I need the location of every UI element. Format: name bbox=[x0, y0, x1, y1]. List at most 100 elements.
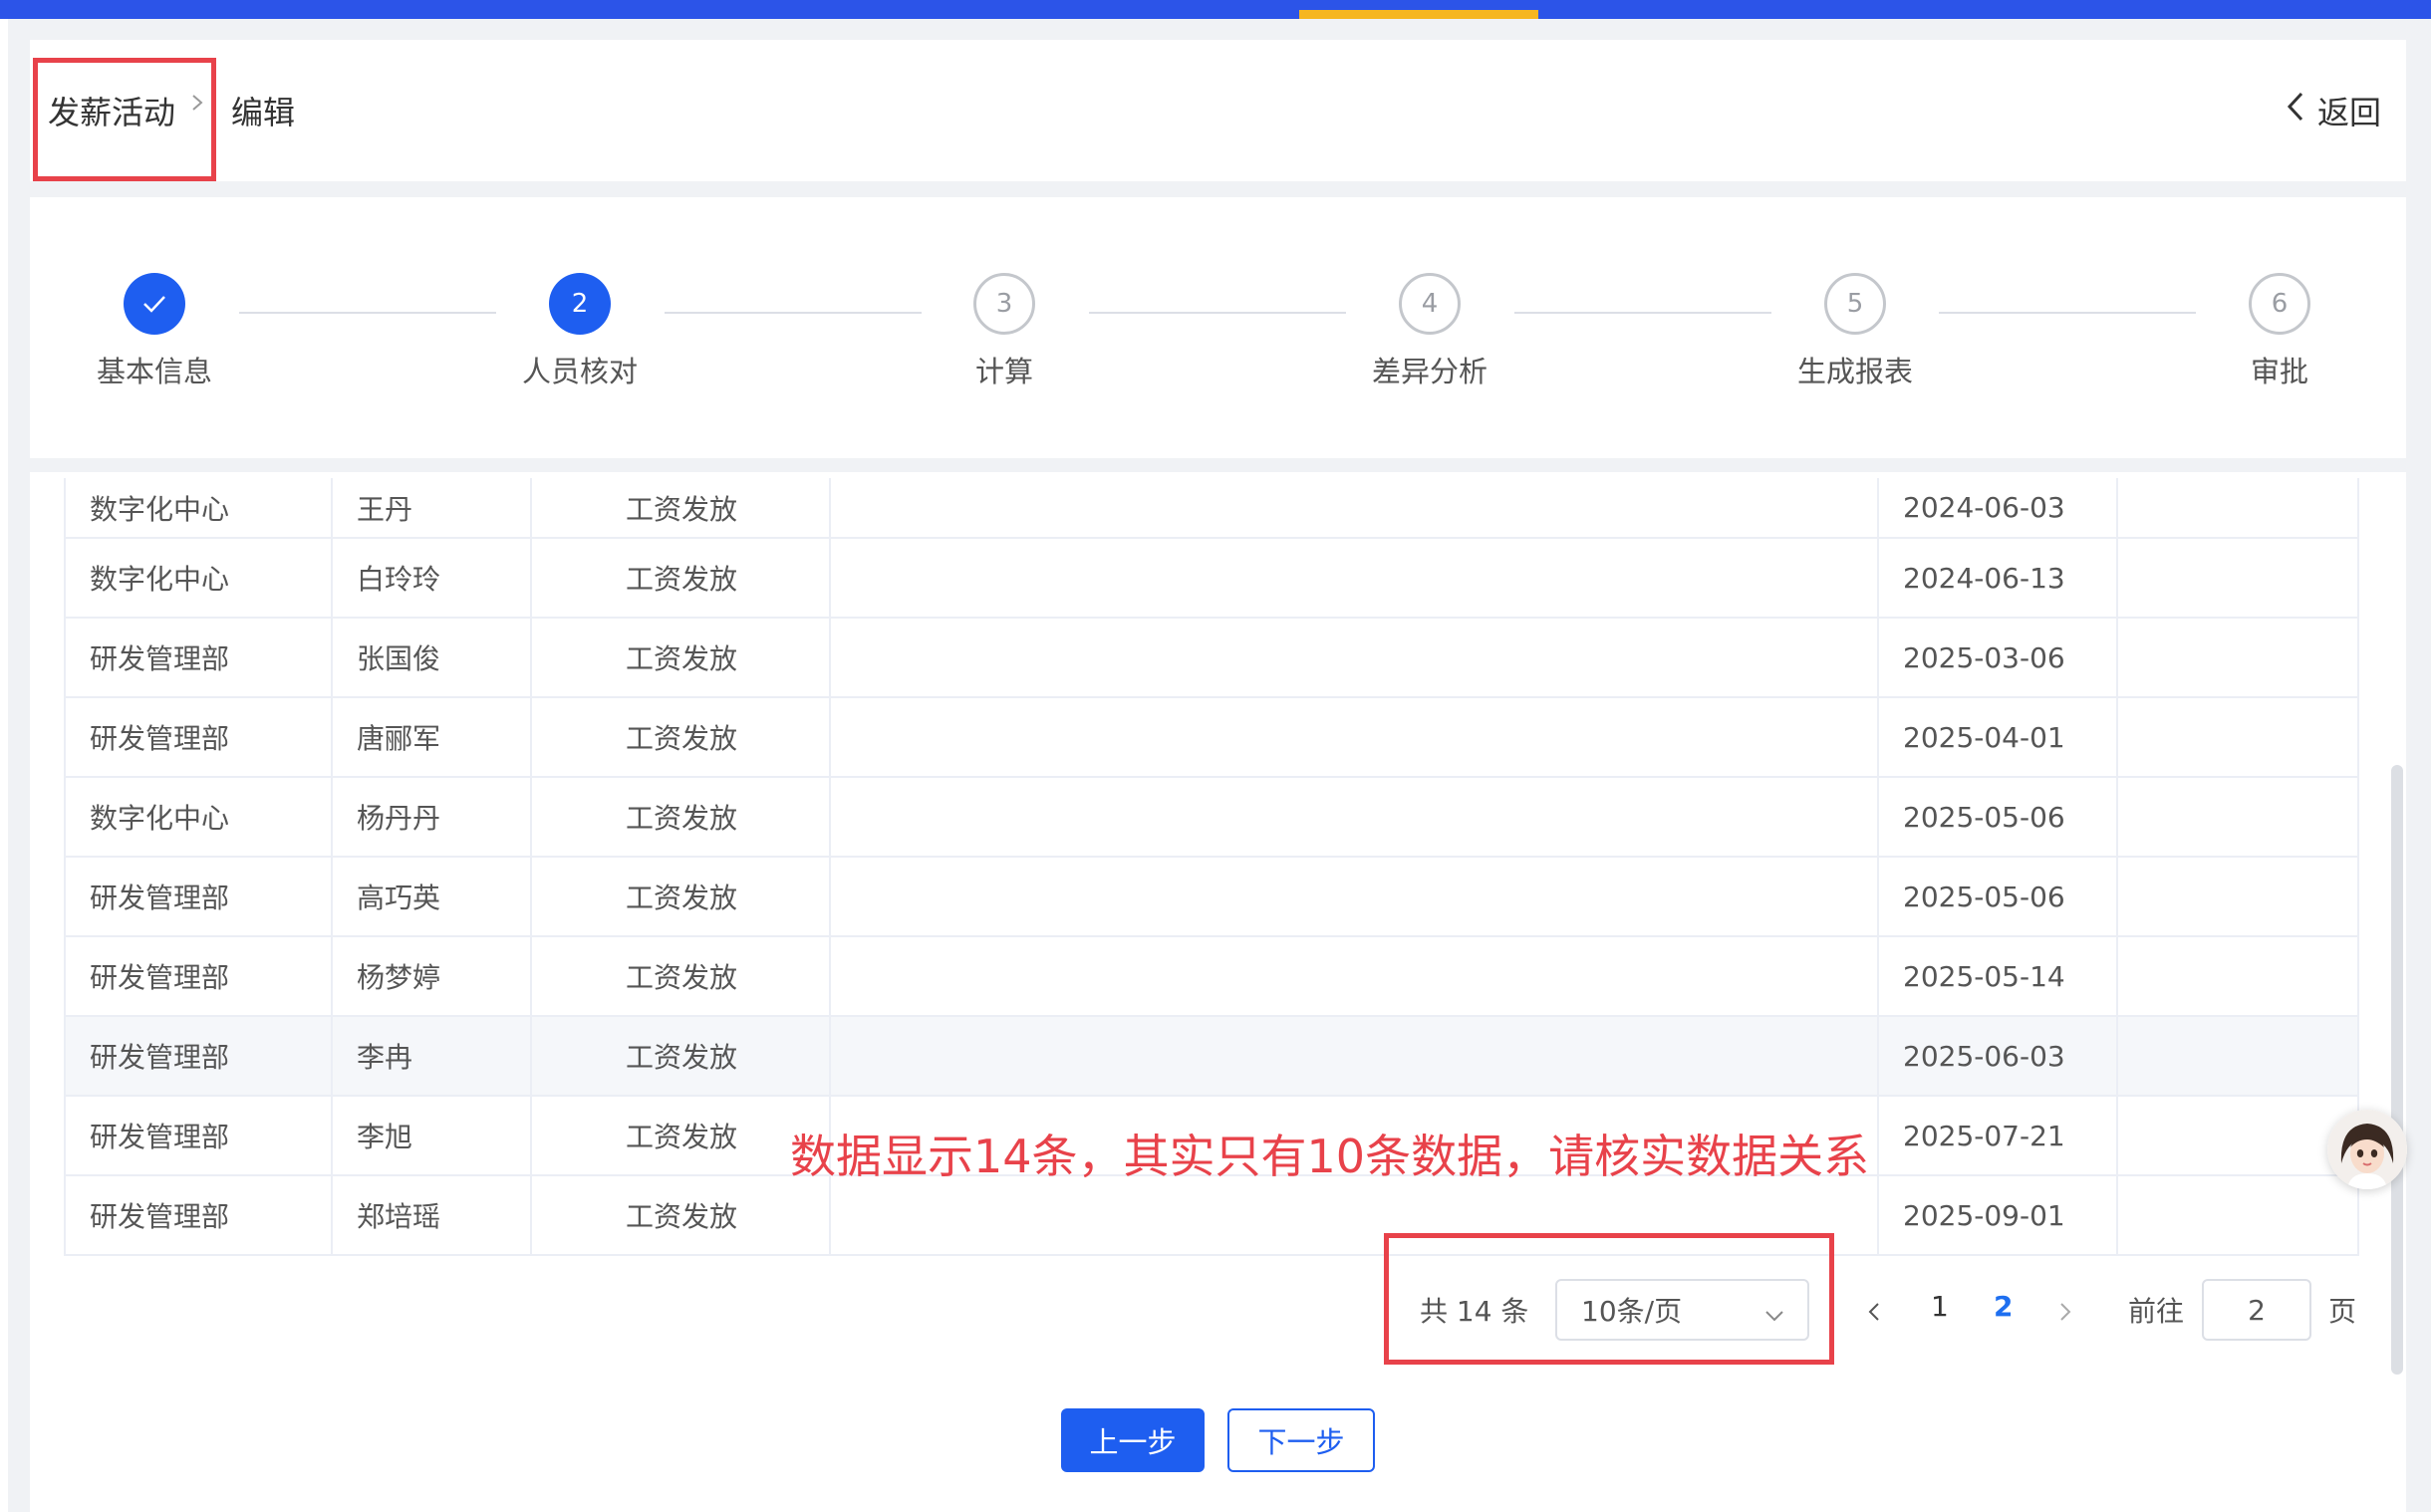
cell-dept: 研发管理部 bbox=[64, 936, 333, 1017]
cell-dept: 数字化中心 bbox=[64, 538, 333, 619]
step-calculate[interactable]: 3 计算 bbox=[905, 273, 1104, 390]
cell-dept: 数字化中心 bbox=[64, 777, 333, 858]
step-label: 计算 bbox=[974, 355, 1033, 388]
cell-name: 张国俊 bbox=[332, 618, 532, 698]
scrollbar-thumb[interactable] bbox=[2391, 765, 2403, 1375]
cell-date: 2024-06-13 bbox=[1878, 538, 2118, 619]
cell-empty bbox=[830, 697, 1879, 778]
cell-date: 2025-05-06 bbox=[1878, 777, 2118, 858]
step-diff-analysis[interactable]: 4 差异分析 bbox=[1330, 273, 1529, 390]
cell-empty bbox=[2117, 777, 2359, 858]
step-number: 4 bbox=[1399, 273, 1461, 335]
cell-empty bbox=[830, 936, 1879, 1017]
cell-dept: 数字化中心 bbox=[64, 478, 333, 539]
step-connector bbox=[1939, 312, 2196, 314]
cell-name: 李冉 bbox=[332, 1016, 532, 1097]
cell-type: 工资发放 bbox=[531, 857, 831, 937]
prev-step-button[interactable]: 上一步 bbox=[1061, 1408, 1205, 1472]
page-2-button[interactable]: 2 bbox=[1994, 1290, 2013, 1323]
table-row[interactable]: 研发管理部 高巧英 工资发放 2025-05-06 bbox=[64, 857, 2359, 937]
cell-empty bbox=[2117, 857, 2359, 937]
cell-name: 高巧英 bbox=[332, 857, 532, 937]
cell-type: 工资发放 bbox=[531, 777, 831, 858]
step-personnel-check[interactable]: 2 人员核对 bbox=[480, 273, 679, 390]
steps-card bbox=[30, 197, 2406, 458]
cell-name: 郑培瑶 bbox=[332, 1175, 532, 1256]
goto-label: 前往 bbox=[2128, 1295, 2185, 1328]
cell-type: 工资发放 bbox=[531, 1096, 831, 1176]
cell-name: 杨梦婷 bbox=[332, 936, 532, 1017]
step-approval[interactable]: 6 审批 bbox=[2180, 273, 2379, 390]
cell-type: 工资发放 bbox=[531, 697, 831, 778]
cell-empty bbox=[2117, 936, 2359, 1017]
cell-date: 2024-06-03 bbox=[1878, 478, 2118, 539]
goto-page-input[interactable] bbox=[2202, 1279, 2311, 1341]
cell-dept: 研发管理部 bbox=[64, 1175, 333, 1256]
cell-date: 2025-04-01 bbox=[1878, 697, 2118, 778]
goto-suffix: 页 bbox=[2328, 1295, 2357, 1328]
next-step-button[interactable]: 下一步 bbox=[1227, 1408, 1375, 1472]
step-label: 差异分析 bbox=[1371, 355, 1487, 388]
step-connector bbox=[1514, 312, 1771, 314]
cell-dept: 研发管理部 bbox=[64, 618, 333, 698]
cell-type: 工资发放 bbox=[531, 936, 831, 1017]
cell-empty bbox=[2117, 1016, 2359, 1097]
cell-dept: 研发管理部 bbox=[64, 1016, 333, 1097]
cell-name: 唐郦军 bbox=[332, 697, 532, 778]
next-page-icon[interactable] bbox=[2057, 1297, 2073, 1330]
step-label: 基本信息 bbox=[96, 355, 212, 388]
cell-empty bbox=[2117, 478, 2359, 539]
cell-date: 2025-05-06 bbox=[1878, 857, 2118, 937]
step-number: 5 bbox=[1824, 273, 1886, 335]
cell-type: 工资发放 bbox=[531, 618, 831, 698]
cell-empty bbox=[2117, 1096, 2359, 1176]
table-row[interactable]: 数字化中心 王丹 工资发放 2024-06-03 bbox=[64, 478, 2359, 539]
chevron-left-icon bbox=[2286, 90, 2305, 131]
cell-name: 白玲玲 bbox=[332, 538, 532, 619]
page-size-select[interactable]: 10条/页 bbox=[1555, 1279, 1809, 1341]
step-basic-info[interactable]: 基本信息 bbox=[55, 273, 254, 390]
table-row[interactable]: 数字化中心 白玲玲 工资发放 2024-06-13 bbox=[64, 538, 2359, 619]
step-number: 3 bbox=[973, 273, 1035, 335]
cell-name: 杨丹丹 bbox=[332, 777, 532, 858]
cell-name: 王丹 bbox=[332, 478, 532, 539]
step-connector bbox=[665, 312, 922, 314]
cell-empty bbox=[2117, 697, 2359, 778]
cell-date: 2025-06-03 bbox=[1878, 1016, 2118, 1097]
cell-date: 2025-09-01 bbox=[1878, 1175, 2118, 1256]
cell-dept: 研发管理部 bbox=[64, 857, 333, 937]
cell-empty bbox=[2117, 1175, 2359, 1256]
table-row[interactable]: 研发管理部 杨梦婷 工资发放 2025-05-14 bbox=[64, 936, 2359, 1017]
step-label: 人员核对 bbox=[521, 355, 638, 388]
step-connector bbox=[239, 312, 496, 314]
top-nav-bar bbox=[0, 0, 2431, 19]
step-generate-report[interactable]: 5 生成报表 bbox=[1756, 273, 1955, 390]
step-number: 6 bbox=[2249, 273, 2310, 335]
cell-empty bbox=[830, 1016, 1879, 1097]
cell-date: 2025-07-21 bbox=[1878, 1096, 2118, 1176]
table-row[interactable]: 研发管理部 张国俊 工资发放 2025-03-06 bbox=[64, 618, 2359, 698]
table-row[interactable]: 研发管理部 唐郦军 工资发放 2025-04-01 bbox=[64, 697, 2359, 778]
pagination-total: 共 14 条 bbox=[1420, 1295, 1529, 1328]
top-nav-active-indicator bbox=[1299, 10, 1538, 19]
assistant-avatar-icon[interactable] bbox=[2327, 1110, 2407, 1189]
breadcrumb-highlight-box bbox=[33, 58, 216, 181]
table-row[interactable]: 研发管理部 李冉 工资发放 2025-06-03 bbox=[64, 1016, 2359, 1097]
step-label: 生成报表 bbox=[1796, 355, 1913, 388]
left-edge bbox=[0, 19, 8, 1512]
cell-type: 工资发放 bbox=[531, 538, 831, 619]
cell-dept: 研发管理部 bbox=[64, 1096, 333, 1176]
page-size-value: 10条/页 bbox=[1581, 1295, 1683, 1328]
breadcrumb-current: 编辑 bbox=[231, 94, 296, 131]
cell-empty bbox=[2117, 538, 2359, 619]
back-label: 返回 bbox=[2316, 94, 2381, 131]
check-icon bbox=[124, 273, 185, 335]
header-card bbox=[30, 40, 2406, 181]
prev-page-icon[interactable] bbox=[1866, 1297, 1882, 1330]
back-button[interactable]: 返回 bbox=[2286, 88, 2381, 133]
cell-empty bbox=[830, 478, 1879, 539]
table-row[interactable]: 研发管理部 郑培瑶 工资发放 2025-09-01 bbox=[64, 1175, 2359, 1256]
page-1-button[interactable]: 1 bbox=[1931, 1290, 1949, 1323]
table-row[interactable]: 数字化中心 杨丹丹 工资发放 2025-05-06 bbox=[64, 777, 2359, 858]
cell-empty bbox=[830, 777, 1879, 858]
